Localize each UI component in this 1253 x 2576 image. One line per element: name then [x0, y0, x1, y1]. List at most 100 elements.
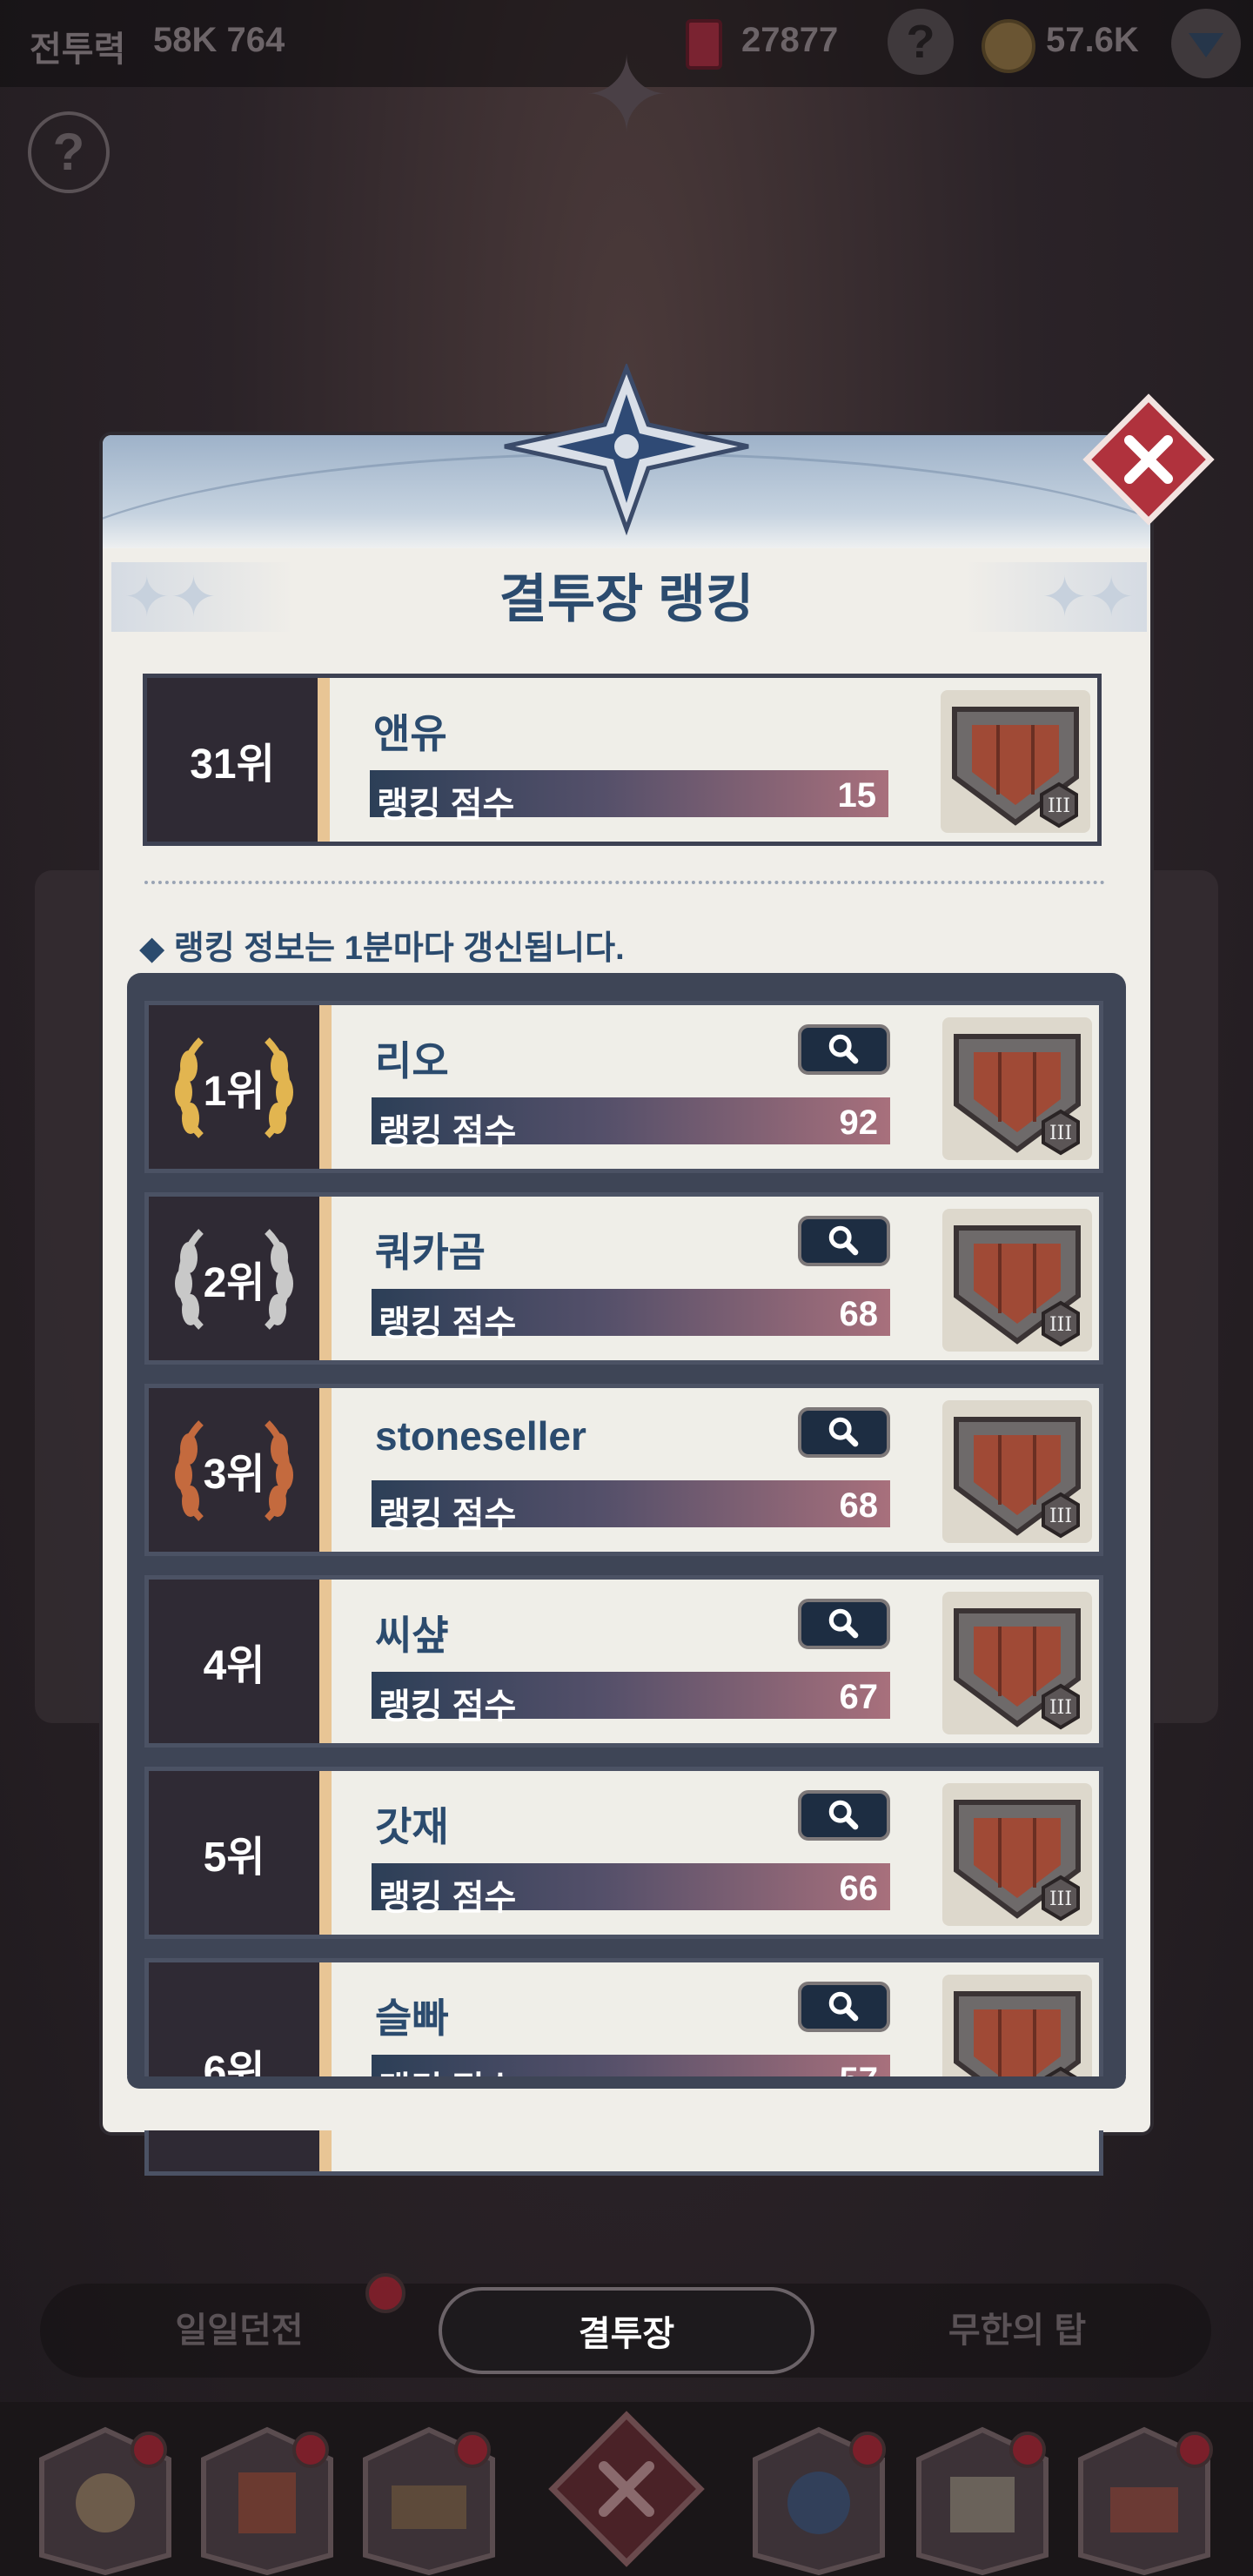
- magnifier-icon: [828, 1800, 859, 1830]
- tab-daily-dungeon[interactable]: 일일던전: [96, 2287, 383, 2374]
- notification-dot: [1176, 2432, 1213, 2468]
- rank-row: 3위 stoneseller 랭킹 점수 68 III: [144, 1384, 1103, 1556]
- score-label: 랭킹 점수: [379, 1879, 517, 1917]
- modal-title: 결투장 랭킹: [499, 570, 754, 628]
- score-label: 랭킹 점수: [379, 1687, 517, 1726]
- rank-row: 5위 갓재랭킹 점수 66 III: [144, 1767, 1103, 1939]
- svg-text:III: III: [1049, 1506, 1072, 1527]
- rank-row: 4위 씨샾랭킹 점수 67 III: [144, 1575, 1103, 1748]
- notification-dot: [365, 2273, 405, 2313]
- rank-stripe: [319, 1197, 332, 1360]
- background-help-button[interactable]: ?: [28, 111, 110, 193]
- score-value: 67: [839, 1678, 879, 1716]
- gold-count: 57.6K: [1046, 21, 1139, 59]
- rank-text: 1위: [203, 1069, 265, 1115]
- player-name: stoneseller: [375, 1413, 586, 1459]
- notification-dot: [849, 2432, 886, 2468]
- view-player-button[interactable]: [798, 1790, 890, 1841]
- shield-badge-icon: III: [942, 1017, 1092, 1160]
- tab-infinite-tower[interactable]: 무한의 탑: [874, 2287, 1161, 2374]
- svg-text:III: III: [1049, 1123, 1072, 1144]
- rank-stripe: [319, 1580, 332, 1743]
- rank-number: 2위: [149, 1197, 319, 1360]
- nav-close-icon[interactable]: [536, 2398, 717, 2576]
- rank-number: 4위: [149, 1580, 319, 1743]
- view-player-button[interactable]: [798, 1599, 890, 1649]
- notification-dot: [292, 2432, 329, 2468]
- dropdown-menu-button[interactable]: [1171, 9, 1241, 78]
- score-value: 66: [839, 1869, 879, 1908]
- view-player-button[interactable]: [798, 1216, 890, 1266]
- shield-badge-icon: III: [942, 1783, 1092, 1926]
- player-name: 리오: [375, 1038, 449, 1083]
- gold-coin-icon: [982, 19, 1035, 73]
- rank-number: 1위: [149, 1005, 319, 1169]
- combat-power-value: 58K 764: [153, 21, 285, 59]
- score-value: 68: [839, 1295, 879, 1333]
- score-label: 랭킹 점수: [379, 1113, 517, 1151]
- my-score-bar: 랭킹 점수 15: [370, 770, 888, 824]
- score-bar: 랭킹 점수 66: [372, 1863, 890, 1917]
- top-emblem-icon: ✦: [582, 37, 671, 154]
- score-label: 랭킹 점수: [379, 1305, 517, 1343]
- view-player-button[interactable]: [798, 1407, 890, 1458]
- score-bar: 랭킹 점수 92: [372, 1097, 890, 1151]
- svg-text:III: III: [1048, 795, 1070, 817]
- rank-stripe: [318, 678, 330, 842]
- score-value: 92: [839, 1104, 879, 1142]
- my-player-name: 앤유: [373, 711, 447, 756]
- rank-number: 6위: [149, 1962, 319, 2171]
- player-name: 쿼카곰: [375, 1230, 486, 1275]
- svg-text:III: III: [1049, 1697, 1072, 1719]
- magnifier-icon: [828, 1034, 859, 1064]
- combat-power-label: 전투력: [30, 30, 126, 69]
- player-name: 슬빠: [375, 1996, 449, 2041]
- modal-footer: [127, 2087, 1126, 2130]
- notification-dot: [454, 2432, 491, 2468]
- shield-badge-icon: III: [942, 1592, 1092, 1734]
- rank-row: 2위 쿼카곰 랭킹 점수 68 III: [144, 1192, 1103, 1365]
- score-label: 랭킹 점수: [379, 1496, 517, 1534]
- score-label: 랭킹 점수: [377, 786, 515, 824]
- rank-stripe: [319, 1005, 332, 1169]
- rank-stripe: [319, 1771, 332, 1935]
- svg-text:III: III: [1049, 1888, 1072, 1910]
- score-bar: 랭킹 점수 68: [372, 1480, 890, 1534]
- update-note: ◆ 랭킹 정보는 1분마다 갱신됩니다.: [139, 930, 625, 967]
- player-name: 갓재: [375, 1804, 449, 1849]
- score-bar: 랭킹 점수 67: [372, 1672, 890, 1726]
- help-button[interactable]: ?: [888, 9, 954, 75]
- magnifier-icon: [828, 1991, 859, 2022]
- rank-stripe: [319, 1962, 332, 2171]
- my-rank-number: 31위: [147, 678, 318, 842]
- score-value: 68: [839, 1486, 879, 1525]
- shield-badge-icon: III: [941, 690, 1090, 833]
- notification-dot: [1009, 2432, 1046, 2468]
- view-player-button[interactable]: [798, 1024, 890, 1075]
- divider: [144, 881, 1105, 884]
- rank-number: 5위: [149, 1771, 319, 1935]
- close-button[interactable]: [1077, 388, 1220, 531]
- notification-dot: [131, 2432, 167, 2468]
- magnifier-icon: [828, 1608, 859, 1639]
- rank-stripe: [319, 1388, 332, 1552]
- my-score-value: 15: [837, 776, 877, 815]
- rank-text: 5위: [203, 1835, 265, 1881]
- list-frame-bottom: [127, 2076, 1126, 2089]
- rank-text: 4위: [203, 1643, 265, 1689]
- rank-number: 3위: [149, 1388, 319, 1552]
- shield-badge-icon: III: [942, 1400, 1092, 1543]
- magnifier-icon: [828, 1225, 859, 1256]
- score-bar: 랭킹 점수 68: [372, 1289, 890, 1343]
- gem-count: 27877: [741, 21, 839, 59]
- magnifier-icon: [828, 1417, 859, 1447]
- rank-text: 3위: [203, 1452, 265, 1498]
- rank-row: 6위슬빠랭킹 점수57III: [144, 1958, 1103, 2176]
- rank-row: 1위 리오랭킹 점수 92 III: [144, 1001, 1103, 1173]
- modal-crest-icon: [504, 364, 749, 536]
- my-rank-card: 31위 앤유 랭킹 점수 15 III: [143, 674, 1102, 846]
- rank-text: 2위: [203, 1260, 265, 1306]
- player-name: 씨샾: [375, 1613, 449, 1658]
- tab-arena[interactable]: 결투장: [439, 2287, 814, 2374]
- view-player-button[interactable]: [798, 1982, 890, 2032]
